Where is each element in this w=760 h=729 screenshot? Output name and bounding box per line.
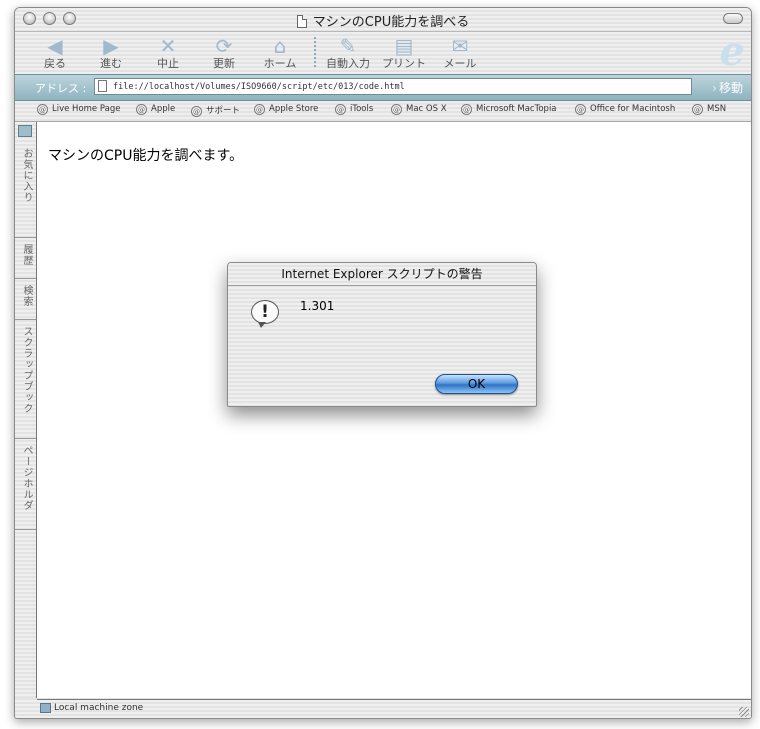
sidebar-tab-history[interactable]: 履歴	[15, 238, 36, 279]
favorite-label: Live Home Page	[52, 104, 121, 114]
stop-x-icon: ✕	[159, 34, 177, 58]
favorite-microsoft-mactopia[interactable]: @ Microsoft MacTopia	[461, 104, 557, 115]
at-sign-icon: @	[191, 106, 202, 117]
stop-button-label: 中止	[157, 57, 179, 70]
sidebar-tab-label: 履歴	[21, 244, 32, 266]
sidebar-tab-search[interactable]: 検索	[15, 279, 36, 320]
print-button[interactable]: ▤ プリント	[376, 35, 432, 70]
address-input[interactable]	[113, 79, 683, 94]
go-button-label: 移動	[718, 81, 743, 95]
refresh-icon: ⟳	[215, 34, 233, 58]
refresh-button[interactable]: ⟳ 更新	[196, 35, 252, 70]
at-sign-icon: @	[692, 104, 703, 115]
document-icon	[296, 15, 307, 28]
resize-grip[interactable]	[739, 707, 749, 717]
refresh-button-label: 更新	[213, 57, 235, 70]
page-heading-text: マシンのCPU能力を調べます。	[48, 148, 244, 164]
back-arrow-icon: ◀	[47, 34, 63, 58]
at-sign-icon: @	[136, 104, 147, 115]
home-icon: ⌂	[273, 34, 287, 58]
favorite-label: Microsoft MacTopia	[476, 104, 557, 114]
favorite-label: iTools	[350, 104, 374, 114]
favorite-label: Apple	[151, 104, 176, 114]
mail-icon: ✉	[451, 34, 469, 58]
autofill-button[interactable]: ✎ 自動入力	[320, 35, 376, 70]
favorite-label: Mac OS X	[406, 104, 447, 114]
favorite-itools[interactable]: @ iTools	[335, 104, 373, 115]
at-sign-icon: @	[575, 104, 586, 115]
favorite-apple-store[interactable]: @ Apple Store	[254, 104, 318, 115]
sidebar-tab-label: スクラップブック	[21, 326, 32, 414]
autofill-pen-icon: ✎	[339, 34, 357, 58]
mail-button[interactable]: ✉ メール	[432, 35, 488, 70]
ok-button[interactable]: OK	[435, 374, 518, 394]
address-bar: アドレス : ›移動	[15, 74, 751, 101]
sidebar-tab-label: お気に入り	[21, 148, 32, 203]
dialog-title: Internet Explorer スクリプトの警告	[228, 263, 536, 286]
printer-icon: ▤	[394, 34, 414, 58]
favorites-bar: @ Live Home Page @ Apple @ サポート @ Apple Stor…	[15, 101, 751, 122]
go-arrow-icon: ›	[712, 81, 717, 95]
at-sign-icon: @	[461, 104, 472, 115]
forward-arrow-icon: ▶	[103, 34, 119, 58]
favorite-apple[interactable]: @ Apple	[136, 104, 175, 115]
mail-button-label: メール	[443, 57, 477, 70]
zone-icon	[40, 703, 51, 713]
toolbar-separator	[314, 37, 316, 67]
window-title-area: マシンのCPU能力を調べる	[15, 11, 751, 30]
favorite-label: Apple Store	[269, 104, 319, 114]
favorite-office-for-macintosh[interactable]: @ Office for Macintosh	[575, 104, 675, 115]
warning-icon: !	[251, 300, 279, 328]
sidebar-tab-label: 検索	[21, 285, 32, 307]
favorite-msn[interactable]: @ MSN	[692, 104, 726, 115]
forward-button[interactable]: ▶ 進む	[83, 35, 139, 70]
home-button[interactable]: ⌂ ホーム	[252, 35, 308, 70]
toolbar: ◀ 戻る ▶ 進む ✕ 中止 ⟳ 更新 ⌂ ホーム ✎ 自動入力 ▤ プリント …	[15, 32, 751, 73]
script-alert-dialog: Internet Explorer スクリプトの警告 ! 1.301 OK	[227, 262, 537, 407]
sidebar-tab-page-holder[interactable]: ページホルダ	[15, 439, 36, 530]
sidebar-tab-favorites[interactable]: お気に入り	[15, 142, 36, 238]
print-button-label: プリント	[382, 57, 426, 70]
explorer-sidebar: お気に入り 履歴 検索 スクラップブック ページホルダ	[15, 122, 37, 698]
address-label: アドレス :	[35, 82, 87, 95]
favorite-label: サポート	[206, 106, 241, 116]
toolbar-toggle-button[interactable]	[723, 13, 743, 24]
favorite-label: Office for Macintosh	[590, 104, 676, 114]
page-content: マシンのCPU能力を調べます。	[37, 122, 751, 698]
sidebar-tab-label: ページホルダ	[21, 445, 32, 511]
address-field[interactable]	[94, 78, 692, 95]
back-button[interactable]: ◀ 戻る	[27, 35, 83, 70]
go-button[interactable]: › 移動	[712, 79, 743, 96]
window-title: マシンのCPU能力を調べる	[312, 15, 470, 30]
ie-logo-icon: e	[719, 28, 745, 75]
page-icon[interactable]	[98, 80, 107, 92]
favorite-support[interactable]: @ サポート	[191, 104, 240, 117]
back-button-label: 戻る	[44, 57, 66, 70]
favorite-label: MSN	[707, 104, 727, 114]
favorite-live-home-page[interactable]: @ Live Home Page	[37, 104, 120, 115]
at-sign-icon: @	[391, 104, 402, 115]
at-sign-icon: @	[254, 104, 265, 115]
title-bar: マシンのCPU能力を調べる	[15, 8, 751, 32]
home-button-label: ホーム	[263, 57, 297, 70]
status-bar: Local machine zone	[37, 699, 751, 718]
favorite-mac-os-x[interactable]: @ Mac OS X	[391, 104, 447, 115]
dialog-message: 1.301	[300, 299, 335, 313]
at-sign-icon: @	[37, 104, 48, 115]
sidebar-tab-scrapbook[interactable]: スクラップブック	[15, 320, 36, 439]
at-sign-icon: @	[335, 104, 346, 115]
status-zone-text: Local machine zone	[54, 703, 144, 713]
stop-button[interactable]: ✕ 中止	[140, 35, 196, 70]
forward-button-label: 進む	[100, 57, 122, 70]
autofill-button-label: 自動入力	[326, 57, 370, 70]
sidebar-toggle-icon[interactable]	[18, 125, 32, 137]
